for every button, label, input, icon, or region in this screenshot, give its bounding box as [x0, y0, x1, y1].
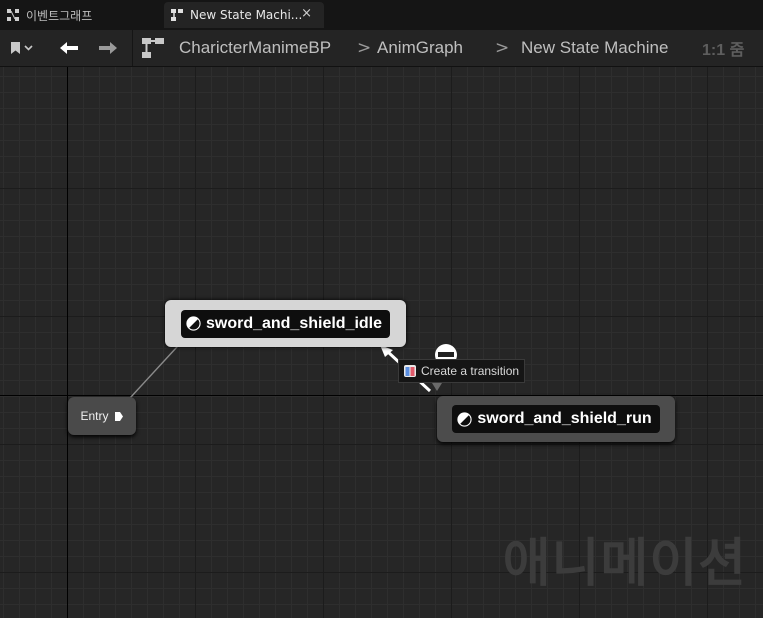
entry-label: Entry [80, 409, 109, 423]
state-machine-icon [142, 38, 164, 58]
close-icon[interactable]: × [301, 6, 312, 21]
state-name: sword_and_shield_run [477, 410, 652, 427]
event-graph-icon [7, 9, 19, 21]
state-node-idle[interactable]: sword_and_shield_idle [165, 300, 406, 347]
graph-watermark: 애니메이션 [502, 534, 747, 594]
transition-icon [404, 365, 416, 377]
forward-button[interactable] [97, 30, 119, 66]
breadcrumb-item[interactable]: CharicterManimeBP [179, 30, 331, 66]
entry-node[interactable]: Entry [68, 397, 136, 435]
breadcrumb-separator: > [357, 38, 372, 58]
state-machine-icon [171, 9, 183, 21]
tab-event-graph[interactable]: 이벤트그래프 [6, 2, 92, 28]
graph-origin-vertical-axis [67, 67, 68, 618]
arrow-right-icon [99, 42, 117, 54]
breadcrumb-item[interactable]: AnimGraph [377, 30, 463, 66]
toolbar-divider [132, 30, 133, 66]
tab-state-machine[interactable]: New State Machi... × [164, 2, 324, 28]
breadcrumb-separator: > [495, 38, 510, 58]
state-icon [186, 316, 201, 331]
state-name: sword_and_shield_idle [205, 314, 383, 332]
create-transition-tooltip: Create a transition [398, 359, 526, 383]
state-node-title: sword_and_shield_idle [180, 309, 391, 338]
arrow-left-icon [60, 42, 78, 54]
back-button[interactable] [58, 30, 80, 66]
state-node-run[interactable]: sword_and_shield_run [437, 396, 675, 442]
tab-label: New State Machi... [190, 8, 303, 22]
bookmark-button[interactable] [9, 30, 33, 66]
graph-toolbar: CharicterManimeBP > AnimGraph > New Stat… [0, 30, 763, 67]
state-node-title: sword_and_shield_run [452, 405, 660, 433]
breadcrumb-item[interactable]: New State Machine [521, 30, 668, 66]
tab-label: 이벤트그래프 [26, 8, 93, 23]
state-machine-breadcrumb-icon [141, 30, 165, 66]
state-icon [457, 411, 472, 427]
tooltip-text: Create a transition [421, 364, 520, 378]
tab-bar: 이벤트그래프 New State Machi... × [0, 0, 763, 30]
zoom-level: 1:1 줌 [702, 42, 745, 59]
entry-output-pin-icon[interactable] [114, 411, 124, 422]
bookmark-icon [11, 42, 33, 54]
